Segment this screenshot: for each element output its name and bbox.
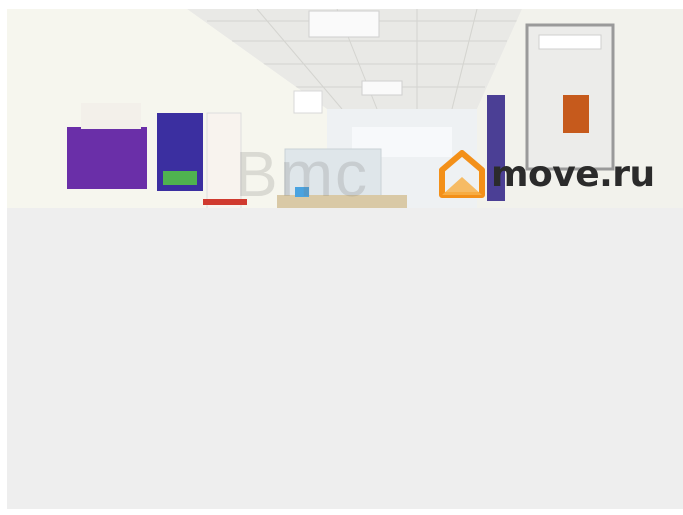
faint-watermark-text: Bmc — [235, 138, 369, 208]
house-logo-icon — [439, 150, 485, 198]
move-ru-watermark: move.ru — [439, 149, 655, 199]
empty-gray-area — [7, 208, 683, 509]
brand-name: move.ru — [491, 153, 655, 195]
office-hallway-photo: Bmc move.ru — [7, 9, 683, 208]
image-frame: Bmc move.ru — [7, 9, 683, 509]
